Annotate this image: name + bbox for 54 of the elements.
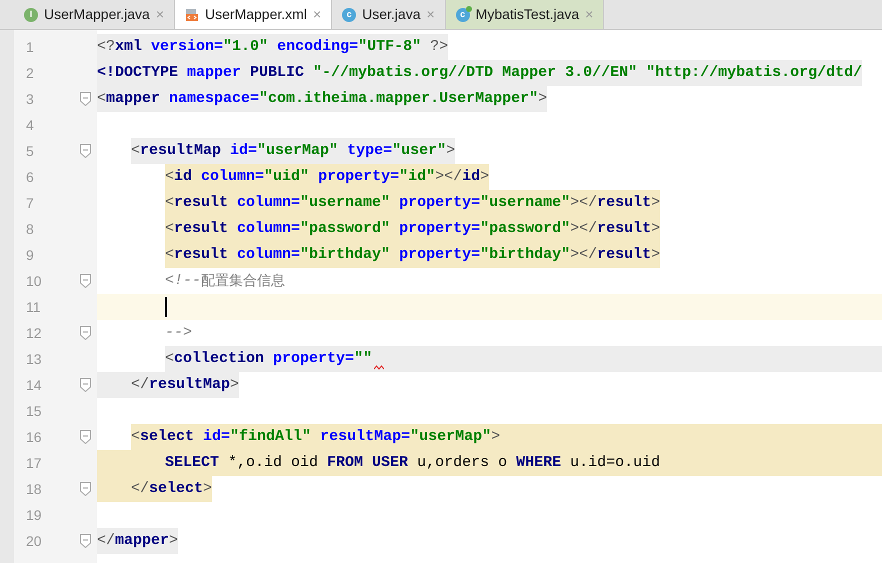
code-line: <resultMap id="userMap" type="user">: [131, 140, 456, 161]
line-number: 5: [25, 142, 35, 160]
code-line: -->: [165, 322, 192, 343]
line-number: 12: [25, 324, 43, 342]
code-line: <result column="birthday" property="birthday"></result>: [165, 244, 660, 265]
code-line: <mapper namespace="com.itheima.mapper.UserMapper">: [97, 88, 548, 109]
code-line: <result column="password" property="password"></result>: [165, 218, 660, 239]
tab-label: MybatisTest.java: [476, 5, 580, 24]
code-line: <id column="uid" property="id"></id>: [165, 166, 490, 187]
line-number: 18: [25, 480, 43, 498]
fold-marker-icon[interactable]: [80, 482, 91, 496]
code-line: <?xml version="1.0" encoding="UTF-8" ?>: [97, 36, 448, 57]
line-number: 15: [25, 402, 43, 420]
editor-tab[interactable]: UserMapper.xml ×: [175, 0, 332, 29]
fold-marker-icon[interactable]: [80, 144, 91, 158]
line-number: 14: [25, 376, 43, 394]
code-line: </resultMap>: [131, 374, 240, 395]
line-number: 6: [25, 168, 35, 186]
line-number: 8: [25, 220, 35, 238]
fold-marker-icon[interactable]: [80, 534, 91, 548]
xml-file-icon: [185, 8, 200, 22]
fold-marker-icon[interactable]: [80, 274, 91, 288]
line-number: 13: [25, 350, 43, 368]
line-number: 4: [25, 116, 35, 134]
code-line: <select id="findAll" resultMap="userMap">: [131, 426, 500, 447]
class-run-icon: c: [456, 8, 470, 22]
line-number: 19: [25, 506, 43, 524]
tab-label: User.java: [362, 5, 420, 24]
line-number: 2: [25, 64, 35, 82]
code-line: </mapper>: [97, 530, 178, 551]
fold-marker-icon[interactable]: [80, 92, 91, 106]
line-number: 11: [25, 298, 42, 316]
line-number: 3: [25, 90, 35, 108]
code-line: <!--配置集合信息: [165, 270, 286, 291]
line-number: 10: [25, 272, 43, 290]
line-number: 7: [25, 194, 35, 212]
fold-marker-icon[interactable]: [80, 430, 91, 444]
line-number: 20: [25, 532, 43, 550]
code-line: SELECT *,o.id oid FROM USER u,orders o WHERE u.id=o.uid: [165, 452, 660, 473]
tab-label: UserMapper.java: [44, 5, 150, 24]
code-line: </select>: [131, 478, 212, 499]
fold-marker-icon[interactable]: [80, 378, 91, 392]
tab-label: UserMapper.xml: [205, 5, 307, 24]
line-number: 1: [25, 38, 35, 56]
line-number: 16: [25, 428, 43, 446]
interface-icon: I: [24, 8, 38, 22]
line-number: 9: [25, 246, 35, 264]
class-icon: c: [342, 8, 356, 22]
code-line: <result column="username" property="username"></result>: [165, 192, 660, 213]
line-number: 17: [25, 454, 43, 472]
code-line: <collection property="": [165, 348, 372, 369]
code-line: <!DOCTYPE mapper PUBLIC "-//mybatis.org//DTD Mapper 3.0//EN" "http://mybatis.org/dtd/: [97, 62, 862, 83]
editor-tab[interactable]: c MybatisTest.java ×: [446, 0, 604, 29]
fold-marker-icon[interactable]: [80, 326, 91, 340]
